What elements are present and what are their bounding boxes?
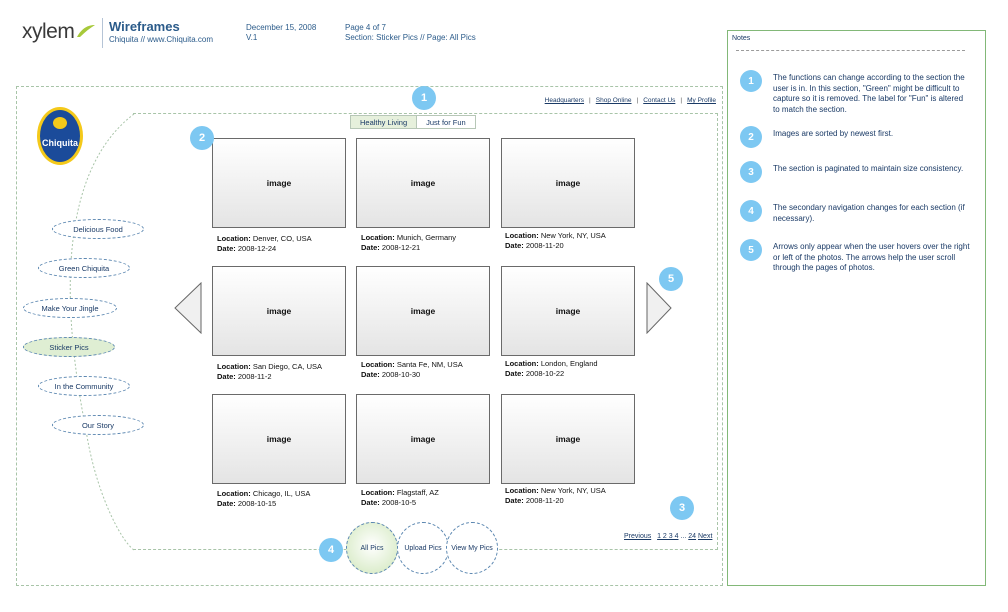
pagination-next[interactable]: Next bbox=[698, 533, 712, 540]
side-nav-sticker-pics[interactable]: Sticker Pics bbox=[23, 337, 115, 357]
side-nav-make-your-jingle[interactable]: Make Your Jingle bbox=[23, 298, 117, 318]
secondary-tabs: Healthy Living Just for Fun bbox=[350, 115, 476, 129]
callout-4: 4 bbox=[319, 538, 343, 562]
photo-meta: Location: Chicago, IL, USA Date: 2008-10-… bbox=[217, 489, 311, 508]
callout-1: 1 bbox=[412, 86, 436, 110]
callout-3: 3 bbox=[670, 496, 694, 520]
util-link-headquarters[interactable]: Headquarters bbox=[545, 97, 584, 104]
util-link-my-profile[interactable]: My Profile bbox=[687, 97, 716, 104]
notes-divider bbox=[736, 50, 965, 51]
photo-tile[interactable]: image bbox=[212, 138, 346, 228]
callout-5: 5 bbox=[659, 267, 683, 291]
photo-tile[interactable]: image bbox=[212, 266, 346, 356]
photo-tile[interactable]: image bbox=[212, 394, 346, 484]
chiquita-logo[interactable]: Chiquita bbox=[36, 106, 84, 166]
note-number: 1 bbox=[740, 70, 762, 92]
notes-title: Notes bbox=[732, 35, 751, 42]
note-text: The secondary navigation changes for eac… bbox=[773, 203, 965, 223]
pagination: Previous 1 2 3 4 ... 24 Next bbox=[624, 533, 712, 540]
photo-tile[interactable]: image bbox=[501, 138, 635, 228]
tab-just-for-fun[interactable]: Just for Fun bbox=[417, 115, 476, 129]
callout-2: 2 bbox=[190, 126, 214, 150]
utility-nav: Headquarters | Shop Online | Contact Us | My P… bbox=[544, 97, 716, 104]
photo-meta: Location: Denver, CO, USA Date: 2008-12-2… bbox=[217, 234, 312, 253]
side-nav-in-the-community[interactable]: In the Community bbox=[38, 376, 130, 396]
photo-meta: Location: Santa Fe, NM, USA Date: 2008-10… bbox=[361, 360, 463, 379]
side-nav-our-story[interactable]: Our Story bbox=[52, 415, 144, 435]
photo-meta: Location: San Diego, CA, USA Date: 2008-1… bbox=[217, 362, 323, 381]
notes-panel: Notes 1 The functions can change accordi… bbox=[727, 30, 986, 586]
note-number: 3 bbox=[740, 161, 762, 183]
chiquita-logo-text: Chiquita bbox=[42, 138, 79, 148]
pagination-previous[interactable]: Previous bbox=[624, 533, 651, 540]
tab-healthy-living[interactable]: Healthy Living bbox=[350, 115, 418, 129]
side-nav-green-chiquita[interactable]: Green Chiquita bbox=[38, 258, 130, 278]
pagination-last[interactable]: 24 bbox=[688, 533, 696, 540]
side-nav-delicious-food[interactable]: Delicious Food bbox=[52, 219, 144, 239]
photo-tile[interactable]: image bbox=[356, 394, 490, 484]
util-link-shop-online[interactable]: Shop Online bbox=[596, 97, 632, 104]
util-link-contact-us[interactable]: Contact Us bbox=[643, 97, 675, 104]
note-text: Images are sorted by newest first. bbox=[773, 129, 894, 138]
note-text: The section is paginated to maintain siz… bbox=[773, 164, 964, 173]
all-pics-button[interactable]: All Pics bbox=[346, 522, 398, 574]
photo-tile[interactable]: image bbox=[501, 266, 635, 356]
photo-meta: Location: Flagstaff, AZ Date: 2008-10-5 bbox=[361, 488, 439, 507]
photo-tile[interactable]: image bbox=[501, 394, 635, 484]
note-text: Arrows only appear when the user hovers … bbox=[773, 242, 970, 272]
photo-meta: Location: London, England Date: 2008-10-2… bbox=[505, 359, 598, 378]
pagination-pages[interactable]: 1 2 3 4 bbox=[657, 533, 678, 540]
note-text: The functions can change according to th… bbox=[773, 73, 965, 114]
note-number: 4 bbox=[740, 200, 762, 222]
photo-meta: Location: Munich, Germany Date: 2008-12-2… bbox=[361, 233, 457, 252]
previous-arrow-icon[interactable] bbox=[173, 282, 203, 334]
photo-meta: Location: New York, NY, USA Date: 2008-11… bbox=[505, 486, 606, 505]
upload-pics-button[interactable]: Upload Pics bbox=[397, 522, 449, 574]
note-number: 5 bbox=[740, 239, 762, 261]
view-my-pics-button[interactable]: View My Pics bbox=[446, 522, 498, 574]
photo-tile[interactable]: image bbox=[356, 138, 490, 228]
photo-tile[interactable]: image bbox=[356, 266, 490, 356]
note-number: 2 bbox=[740, 126, 762, 148]
photo-meta: Location: New York, NY, USA Date: 2008-11… bbox=[505, 231, 606, 250]
pagination-ellipsis: ... bbox=[680, 533, 687, 540]
